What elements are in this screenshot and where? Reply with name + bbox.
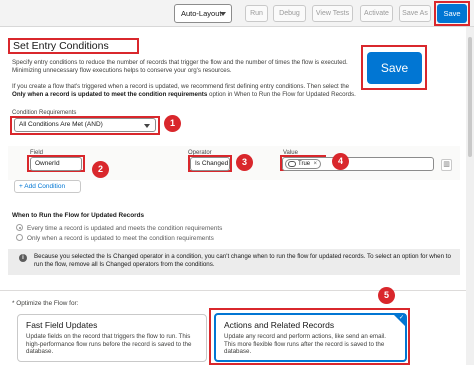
badge-4: 4 (332, 153, 349, 170)
fast-field-updates-card[interactable]: Fast Field Updates Update fields on the … (17, 314, 207, 362)
badge-3: 3 (236, 154, 253, 171)
layout-select[interactable]: Auto-Layout (174, 4, 232, 23)
scrollbar-thumb[interactable] (468, 37, 472, 157)
debug-button[interactable]: Debug (273, 5, 306, 22)
when-to-run-title: When to Run the Flow for Updated Records (12, 212, 145, 219)
save-as-button[interactable]: Save As (399, 5, 431, 22)
page-title: Set Entry Conditions (8, 38, 139, 54)
close-icon[interactable]: × (313, 160, 317, 168)
actions-related-records-title: Actions and Related Records (224, 320, 335, 330)
trash-icon[interactable]: ▥ (441, 159, 452, 171)
save-button-large[interactable]: Save (367, 52, 422, 84)
field-input[interactable]: OwnerId (30, 157, 82, 171)
add-condition-button[interactable]: + Add Condition (14, 180, 81, 193)
activate-button[interactable]: Activate (360, 5, 393, 22)
condition-requirements-value: All Conditions Are Met (AND) (19, 121, 103, 128)
info-text: Because you selected the Is Changed oper… (34, 253, 451, 268)
condition-requirements-select[interactable]: All Conditions Are Met (AND) (14, 118, 156, 132)
radio-every-time[interactable]: Every time a record is updated and meets… (16, 224, 222, 232)
run-button[interactable]: Run (245, 5, 268, 22)
value-pill[interactable]: True × (285, 159, 321, 169)
actions-related-records-desc: Update any record and perform actions, l… (224, 333, 386, 356)
badge-2: 2 (92, 161, 109, 178)
info-notice: i Because you selected the Is Changed op… (8, 249, 460, 275)
fast-field-updates-desc: Update fields on the record that trigger… (26, 333, 192, 356)
actions-related-records-card[interactable]: ✓ Actions and Related Records Update any… (214, 313, 407, 362)
info-icon: i (19, 254, 27, 262)
optimize-title: * Optimize the Flow for: (12, 300, 79, 307)
radio-only-when-label: Only when a record is updated to meet th… (27, 235, 214, 242)
description-1: Specify entry conditions to reduce the n… (12, 59, 348, 74)
save-highlight (434, 1, 470, 26)
toggle-icon (288, 161, 296, 167)
description-2: If you create a flow that's triggered wh… (12, 83, 356, 98)
divider (0, 290, 466, 291)
top-toolbar: Auto-Layout Run Debug View Tests Activat… (0, 0, 474, 27)
radio-selected-icon (16, 224, 23, 231)
radio-icon (16, 234, 23, 241)
radio-every-time-label: Every time a record is updated and meets… (27, 225, 223, 232)
check-icon: ✓ (398, 315, 404, 321)
badge-5: 5 (378, 287, 395, 304)
scrollbar[interactable] (466, 27, 474, 365)
value-pill-label: True (298, 161, 311, 167)
operator-select[interactable]: Is Changed (190, 157, 230, 171)
badge-1: 1 (164, 115, 181, 132)
radio-only-when[interactable]: Only when a record is updated to meet th… (16, 234, 214, 242)
caret-down-icon (220, 12, 226, 16)
fast-field-updates-title: Fast Field Updates (26, 320, 98, 330)
layout-select-label: Auto-Layout (181, 9, 222, 18)
view-tests-button[interactable]: View Tests (312, 5, 353, 22)
caret-down-icon (144, 124, 150, 128)
